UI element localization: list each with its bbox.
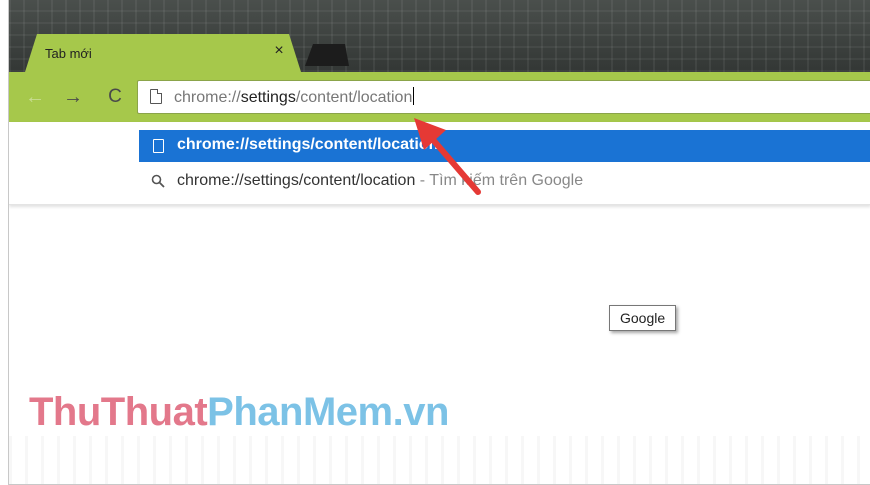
forward-arrow-icon[interactable]: → bbox=[61, 85, 85, 109]
omnibox-suggestions: chrome://settings/content/location chrom… bbox=[9, 122, 870, 205]
new-tab-button[interactable] bbox=[305, 44, 349, 66]
url-host: settings bbox=[240, 89, 296, 106]
tooltip: Google bbox=[609, 305, 677, 331]
suggestion-item-url[interactable]: chrome://settings/content/location bbox=[139, 130, 870, 162]
watermark-part-2: PhanMem.vn bbox=[207, 390, 449, 434]
page-icon bbox=[150, 89, 162, 104]
address-bar[interactable]: chrome://settings/content/location bbox=[137, 80, 870, 114]
suggestion-item-search[interactable]: chrome://settings/content/location - Tìm… bbox=[139, 166, 870, 198]
tab-title: Tab mới bbox=[45, 46, 92, 61]
suggestion-hint: Tìm kiếm trên Google bbox=[429, 172, 584, 189]
browser-window: Tab mới × ← → C chrome://settings/conten… bbox=[8, 0, 870, 485]
watermark-part-1: ThuThuat bbox=[29, 390, 208, 434]
search-icon bbox=[151, 174, 165, 188]
address-bar-text[interactable]: chrome://settings/content/location bbox=[174, 87, 415, 107]
url-scheme: chrome:// bbox=[174, 89, 241, 106]
suggestion-separator: - bbox=[415, 172, 430, 189]
suggestion-text: chrome://settings/content/location bbox=[177, 136, 439, 153]
suggestion-text: chrome://settings/content/location - Tìm… bbox=[177, 172, 583, 190]
tab-new-tab[interactable]: Tab mới × bbox=[25, 34, 301, 72]
suggestion-query: chrome://settings/content/location bbox=[177, 172, 416, 189]
text-caret bbox=[413, 87, 415, 105]
reload-icon[interactable]: C bbox=[103, 85, 127, 109]
toolbar: ← → C chrome://settings/content/location bbox=[9, 72, 870, 122]
watermark-logo: ThuThuatPhanMem.vn bbox=[29, 390, 449, 435]
close-icon[interactable]: × bbox=[271, 43, 287, 59]
page-icon bbox=[153, 139, 164, 153]
tab-strip: Tab mới × bbox=[9, 0, 870, 72]
url-path: /content/location bbox=[295, 89, 413, 106]
background-pattern bbox=[9, 436, 870, 484]
back-arrow-icon[interactable]: ← bbox=[23, 85, 47, 109]
